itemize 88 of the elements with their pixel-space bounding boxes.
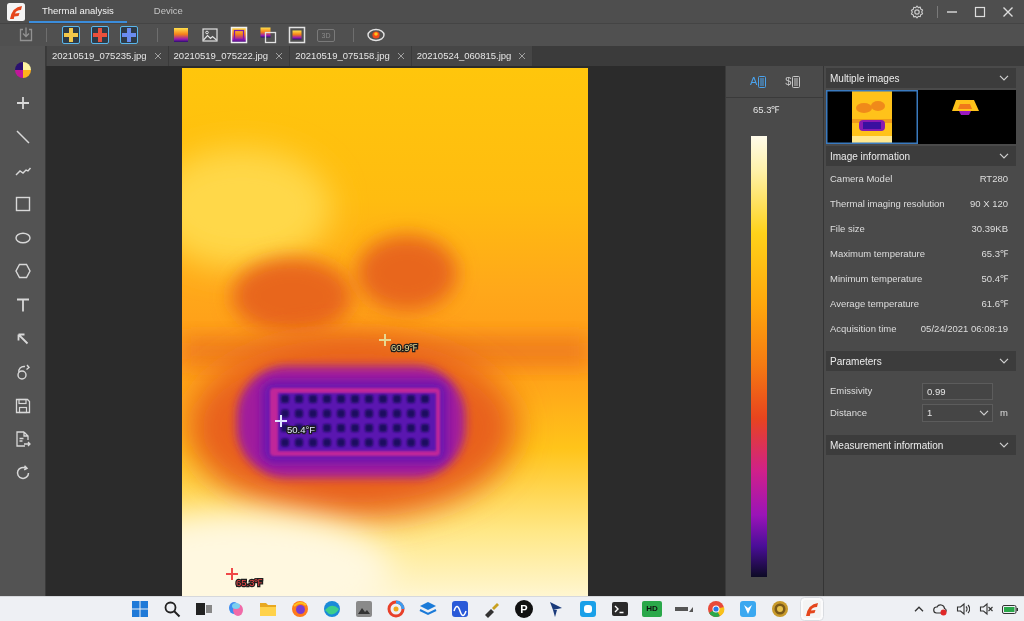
brush-icon[interactable] (483, 600, 501, 618)
picture-tile-icon[interactable] (355, 600, 373, 618)
chevron-down-icon[interactable] (999, 358, 1009, 364)
settings-icon[interactable] (910, 4, 924, 19)
thumbnail-image[interactable] (918, 90, 1016, 144)
app-logo-icon[interactable] (800, 597, 824, 621)
task-view-icon[interactable] (195, 600, 213, 618)
info-label: Thermal imaging resolution (830, 197, 945, 212)
plus-square-icon[interactable] (62, 26, 80, 44)
rectangle-icon[interactable] (13, 195, 32, 214)
battery-icon[interactable] (1002, 604, 1018, 614)
overlapping-squares-icon[interactable] (259, 26, 277, 44)
file-tab[interactable]: 20210524_060815.jpg (411, 46, 534, 66)
section-header[interactable]: Measurement information (826, 435, 1016, 455)
info-value: 90 X 120 (969, 197, 1008, 212)
layers-icon[interactable] (419, 600, 437, 618)
info-label: File size (830, 222, 865, 237)
chevron-down-icon (979, 410, 989, 416)
info-label: Camera Model (830, 172, 893, 187)
chevron-down-icon[interactable] (999, 442, 1009, 448)
seal-icon[interactable] (771, 600, 789, 618)
info-label: Minimum temperature (830, 272, 923, 287)
terminal-icon[interactable] (611, 600, 629, 618)
search-icon[interactable] (163, 600, 181, 618)
close-icon[interactable] (275, 52, 284, 60)
file-tab[interactable]: 20210519_075158.jpg (290, 46, 412, 66)
maximize-icon[interactable] (974, 5, 986, 18)
thumbnail-image[interactable] (826, 90, 918, 144)
list-icon (792, 75, 801, 88)
info-value: 50.4℉ (981, 272, 1008, 287)
info-value: 65.3℉ (981, 247, 1008, 262)
segmented-circle-icon[interactable] (707, 600, 725, 618)
field-label: Distance (830, 405, 867, 420)
field-label: Emissivity (830, 384, 873, 399)
gradient-swatch-icon[interactable] (172, 26, 190, 44)
header-tab[interactable]: Device (140, 0, 196, 23)
section-header[interactable]: Parameters (826, 351, 1016, 371)
file-tab[interactable]: 20210519_075235.jpg (47, 46, 169, 66)
max-temperature-label: 65.3℉ (753, 104, 780, 116)
scale-mode-button[interactable]: $ (785, 75, 801, 88)
section-header[interactable]: Image information (826, 146, 1016, 166)
tile-app-icon[interactable] (579, 600, 597, 618)
info-label: Acquisition time (830, 322, 897, 337)
line-icon[interactable] (13, 128, 32, 146)
close-icon[interactable] (396, 52, 405, 60)
hexagon-icon[interactable] (13, 262, 32, 281)
temperature-label: 50.4°F (287, 425, 316, 435)
ring-dot-icon[interactable] (387, 600, 405, 618)
muted-speaker-icon[interactable] (979, 602, 993, 616)
info-label: Average temperature (830, 297, 920, 312)
info-label: Maximum temperature (830, 247, 926, 262)
chevron-down-icon[interactable] (999, 153, 1009, 159)
export-file-icon[interactable] (13, 430, 32, 449)
close-icon[interactable] (518, 52, 527, 60)
unit-label: m (1000, 405, 1008, 420)
start-grid-icon[interactable] (131, 600, 149, 618)
wave-tile-icon[interactable] (451, 600, 469, 618)
taskbar-app-button[interactable]: HD (642, 601, 662, 617)
app-logo-icon (7, 2, 25, 21)
section-header[interactable]: Multiple images (826, 68, 1016, 88)
color-wheel-icon[interactable] (13, 60, 32, 79)
image-icon[interactable] (201, 26, 219, 44)
cloud-alert-icon[interactable] (933, 602, 947, 616)
info-value: 61.6℉ (981, 297, 1008, 312)
arrow-tile-icon[interactable] (739, 600, 757, 618)
eye-flame-icon[interactable] (367, 26, 385, 44)
info-value: 30.39KB (971, 222, 1008, 237)
file-tab[interactable]: 20210519_075222.jpg (168, 46, 291, 66)
info-value: RT280 (979, 172, 1008, 187)
save-icon[interactable] (13, 396, 32, 415)
ringed-disc-icon[interactable] (291, 600, 309, 618)
dropdown-field[interactable]: 1 (922, 404, 993, 422)
chevron-up-icon[interactable] (914, 606, 924, 612)
chevron-down-icon[interactable] (999, 75, 1009, 81)
temperature-label: 60.9℉ (391, 343, 418, 353)
text-field[interactable]: 0.99 (922, 383, 993, 400)
taskbar-app-button[interactable]: P (515, 600, 533, 618)
speaker-icon[interactable] (956, 602, 970, 616)
framed-gradient-icon[interactable] (230, 26, 248, 44)
info-value: 05/24/2021 06:08:19 (920, 322, 1008, 337)
plus-square-icon[interactable] (120, 26, 138, 44)
close-icon[interactable] (153, 52, 162, 60)
list-icon (758, 75, 767, 88)
temperature-label: 65.3℉ (236, 578, 263, 588)
plus-square-icon[interactable] (91, 26, 109, 44)
lens-circle-icon[interactable] (323, 600, 341, 618)
inset-gradient-icon[interactable] (288, 26, 306, 44)
overlapping-blobs-icon[interactable] (227, 600, 245, 618)
